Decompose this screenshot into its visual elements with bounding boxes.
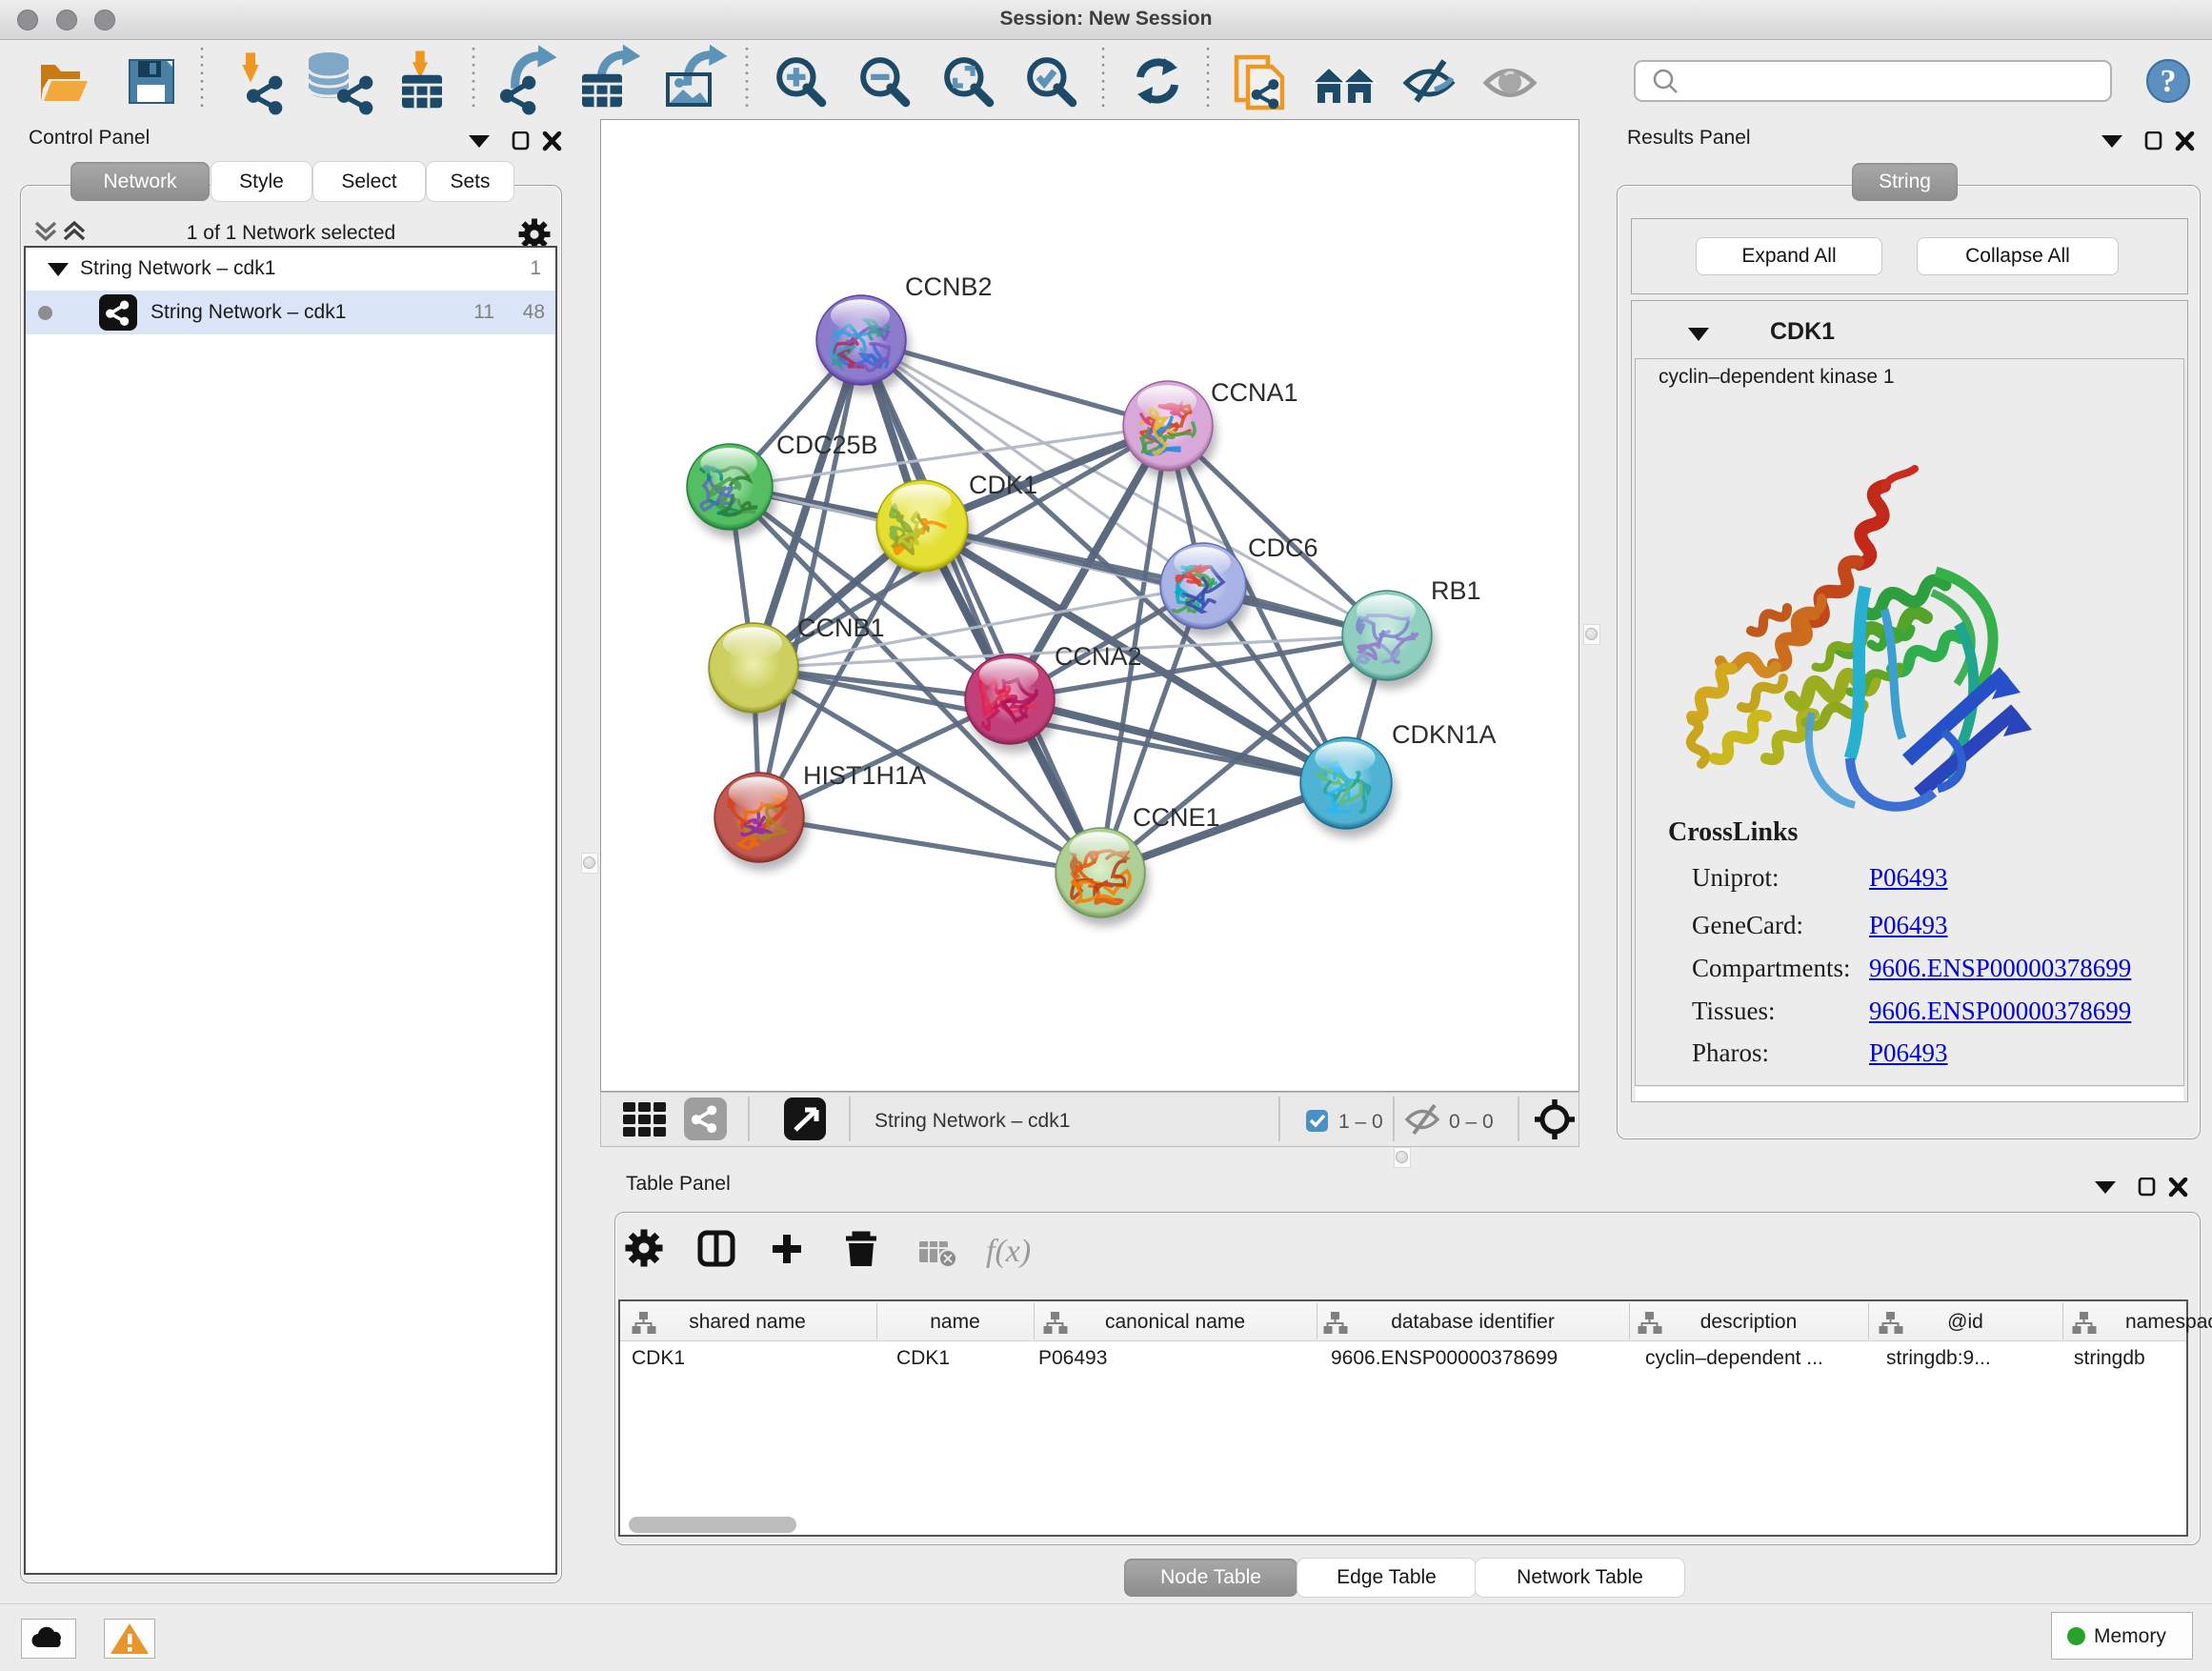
svg-text:0 – 0: 0 – 0 <box>1449 1111 1494 1133</box>
svg-text:HIST1H1A: HIST1H1A <box>803 761 926 790</box>
svg-text:String Network – cdk1: String Network – cdk1 <box>875 1110 1070 1132</box>
svg-text:f(x): f(x) <box>986 1234 1031 1269</box>
svg-text:CCNA1: CCNA1 <box>1211 378 1298 407</box>
svg-text:CDK1: CDK1 <box>969 471 1037 499</box>
svg-text:?: ? <box>2161 64 2177 99</box>
svg-text:1 – 0: 1 – 0 <box>1338 1111 1383 1133</box>
svg-text:CCNE1: CCNE1 <box>1133 803 1220 832</box>
svg-text:CDKN1A: CDKN1A <box>1392 720 1497 749</box>
svg-text:CCNB2: CCNB2 <box>905 272 993 301</box>
svg-text:CCNA2: CCNA2 <box>1055 642 1142 671</box>
svg-text:CDC25B: CDC25B <box>776 431 878 459</box>
svg-text:CDC6: CDC6 <box>1248 534 1318 562</box>
svg-text:RB1: RB1 <box>1431 576 1481 605</box>
svg-text:CCNB1: CCNB1 <box>797 614 885 642</box>
